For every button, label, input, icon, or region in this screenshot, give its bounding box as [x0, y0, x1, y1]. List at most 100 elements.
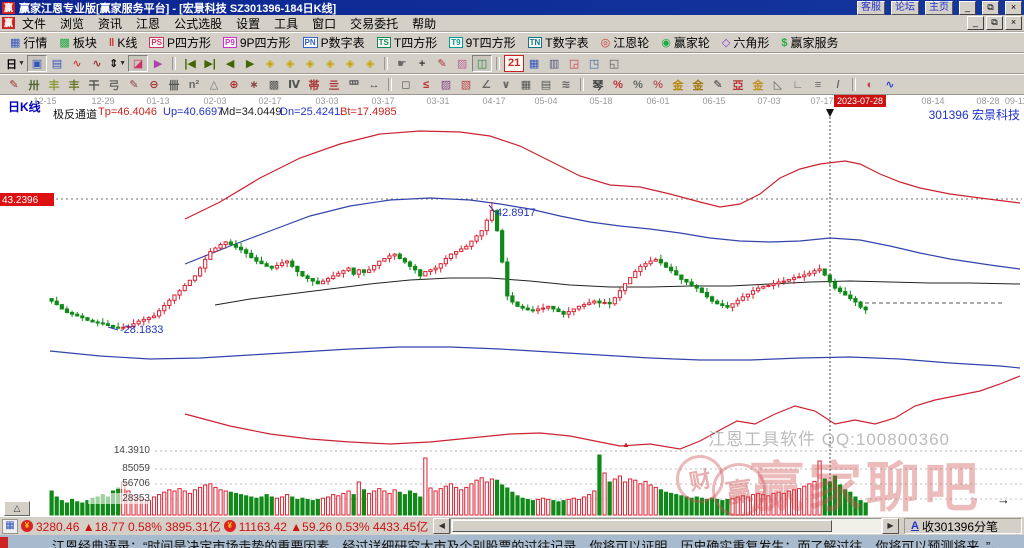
notebook-icon[interactable]: ▥: [544, 55, 564, 72]
user-icon[interactable]: ◱: [604, 55, 624, 72]
quotes-button[interactable]: ▦ 行情: [4, 34, 53, 51]
close-button[interactable]: ×: [1005, 0, 1022, 15]
scrollbar-right-button[interactable]: ▶: [882, 518, 899, 534]
triangle-tool-icon[interactable]: △: [204, 76, 224, 93]
expand-volume-button[interactable]: △: [4, 501, 30, 516]
ink-tool-icon[interactable]: ✎: [708, 76, 728, 93]
gold-bar-tool-icon[interactable]: 金: [688, 76, 708, 93]
yinyang-icon[interactable]: ◐: [860, 76, 880, 93]
period-button[interactable]: 日 ▼: [4, 55, 27, 72]
calendar-icon[interactable]: 21: [504, 55, 525, 72]
kline-style-icon[interactable]: ◪: [128, 55, 149, 72]
prev-bar-icon[interactable]: ◀: [220, 55, 240, 72]
menu-item[interactable]: 公式选股: [167, 15, 229, 32]
last-bar-icon[interactable]: ▶|: [200, 55, 220, 72]
scrollbar-left-button[interactable]: ◀: [433, 518, 451, 534]
mdi-close-button[interactable]: ×: [1005, 16, 1022, 30]
kline-button[interactable]: ‖ K线: [103, 34, 144, 51]
gann-diamond-6-icon[interactable]: ◈: [360, 55, 380, 72]
t-number-button[interactable]: TN T数字表: [522, 34, 595, 51]
gann-diamond-5-icon[interactable]: ◈: [340, 55, 360, 72]
homepage-link[interactable]: 主页: [925, 0, 953, 15]
width-tool-icon[interactable]: ↔: [364, 76, 384, 93]
circle-tool-icon[interactable]: ⊖: [144, 76, 164, 93]
menu-item[interactable]: 窗口: [305, 15, 343, 32]
chart-scrollbar[interactable]: ◀ ▶: [433, 518, 899, 534]
target-tool-icon[interactable]: ⊕: [224, 76, 244, 93]
flag-icon[interactable]: ▶: [148, 55, 168, 72]
info-panel-icon[interactable]: ▤: [47, 55, 67, 72]
customer-service-link[interactable]: 客服: [857, 0, 885, 15]
shanghai-index-quote[interactable]: 3280.46 ▲18.77 0.58% 3895.31亿: [36, 518, 221, 535]
kline-chart[interactable]: ▲ 42.8917 -28.1833 43.2396: [0, 95, 1024, 516]
trend-line2-icon[interactable]: ∿: [87, 55, 107, 72]
draw-icon[interactable]: ✎: [432, 55, 452, 72]
gann-diamond-2-icon[interactable]: ◈: [280, 55, 300, 72]
menu-item[interactable]: 文件: [15, 15, 53, 32]
angle-tool-icon[interactable]: ∠: [476, 76, 496, 93]
mdi-minimize-button[interactable]: _: [967, 16, 984, 30]
waves-tool-icon[interactable]: ≋: [556, 76, 576, 93]
menu-item[interactable]: 浏览: [53, 15, 91, 32]
restore-button[interactable]: ⧉: [982, 0, 999, 15]
pen2-tool-icon[interactable]: ✎: [124, 76, 144, 93]
menu-item[interactable]: 设置: [229, 15, 267, 32]
gann-diamond-3-icon[interactable]: ◈: [300, 55, 320, 72]
chart-area[interactable]: ▲ 42.8917 -28.1833 43.2396 日K线 极反通道 301396 …: [0, 95, 1024, 516]
gann-box-tool-icon[interactable]: 亞: [728, 76, 748, 93]
menu-item[interactable]: 江恩: [129, 15, 167, 32]
next-bar-icon[interactable]: ▶: [240, 55, 260, 72]
rise-angle-tool-icon[interactable]: ◺: [768, 76, 788, 93]
gann-grid-tool-icon[interactable]: 卅: [24, 76, 44, 93]
menu-item[interactable]: 帮助: [405, 15, 443, 32]
star-grid-tool-icon[interactable]: ∗: [244, 76, 264, 93]
pencil-tool-icon[interactable]: ✎: [4, 76, 24, 93]
quotes-grid-icon[interactable]: ▦: [2, 518, 18, 534]
gann-wheel-button[interactable]: ◎ 江恩轮: [595, 34, 656, 51]
menu-item[interactable]: 工具: [267, 15, 305, 32]
eraser-icon[interactable]: ▨: [452, 55, 472, 72]
percent-tool-icon[interactable]: %: [628, 76, 648, 93]
window-grid-tool-icon[interactable]: 罒: [344, 76, 364, 93]
pattern2-tool-icon[interactable]: ▧: [456, 76, 476, 93]
calculator-icon[interactable]: ▦: [524, 55, 544, 72]
fan-tool-icon[interactable]: ≤: [416, 76, 436, 93]
net-tool-icon[interactable]: ▩: [264, 76, 284, 93]
gann-diamond-1-icon[interactable]: ◈: [260, 55, 280, 72]
forum-link[interactable]: 论坛: [891, 0, 919, 15]
crosshair-icon[interactable]: +: [412, 55, 432, 72]
mdi-restore-button[interactable]: ⧉: [986, 16, 1003, 30]
steps-tool-icon[interactable]: ≡: [808, 76, 828, 93]
slope-tool-icon[interactable]: /: [828, 76, 848, 93]
scroll-right-indicator[interactable]: →: [997, 492, 1010, 507]
band-tool-icon[interactable]: 帯: [304, 76, 324, 93]
menu-item[interactable]: 资讯: [91, 15, 129, 32]
save-icon[interactable]: ◲: [564, 55, 584, 72]
minimize-button[interactable]: _: [959, 0, 976, 15]
scale-button[interactable]: ⇕ ▼: [107, 55, 128, 72]
winner-wheel-button[interactable]: ◉ 赢家轮: [655, 34, 716, 51]
window-icon[interactable]: ▣: [26, 55, 47, 72]
tick-panel-button[interactable]: A 收301396分笔: [904, 518, 1022, 534]
scrollbar-track[interactable]: [450, 518, 882, 534]
first-bar-icon[interactable]: |◀: [180, 55, 200, 72]
time-grid-tool-icon[interactable]: 丰: [64, 76, 84, 93]
hexagon-button[interactable]: ◇ 六角形: [716, 34, 775, 51]
lines-tool-icon[interactable]: 亖: [324, 76, 344, 93]
piano-tool-icon[interactable]: 琴: [588, 76, 608, 93]
grid-dense-tool-icon[interactable]: ▦: [516, 76, 536, 93]
menu-item[interactable]: 交易委托: [343, 15, 405, 32]
scrollbar-thumb[interactable]: [452, 520, 833, 532]
ruler-tool-icon[interactable]: 卌: [164, 76, 184, 93]
p9-square-button[interactable]: P9 9P四方形: [217, 34, 296, 51]
t9-square-button[interactable]: T9 9T四方形: [443, 34, 521, 51]
screenshot-icon[interactable]: ◳: [584, 55, 604, 72]
arc-tool-icon[interactable]: 弓: [104, 76, 124, 93]
square-n2-tool-icon[interactable]: n²: [184, 76, 204, 93]
winner-service-button[interactable]: $ 赢家服务: [775, 34, 844, 51]
price-grid-tool-icon[interactable]: 丰: [44, 76, 64, 93]
hand-icon[interactable]: ☛: [392, 55, 412, 72]
flag-tool-icon[interactable]: 干: [84, 76, 104, 93]
grid-box-tool-icon[interactable]: ▤: [536, 76, 556, 93]
gold-box-tool-icon[interactable]: 金: [748, 76, 768, 93]
